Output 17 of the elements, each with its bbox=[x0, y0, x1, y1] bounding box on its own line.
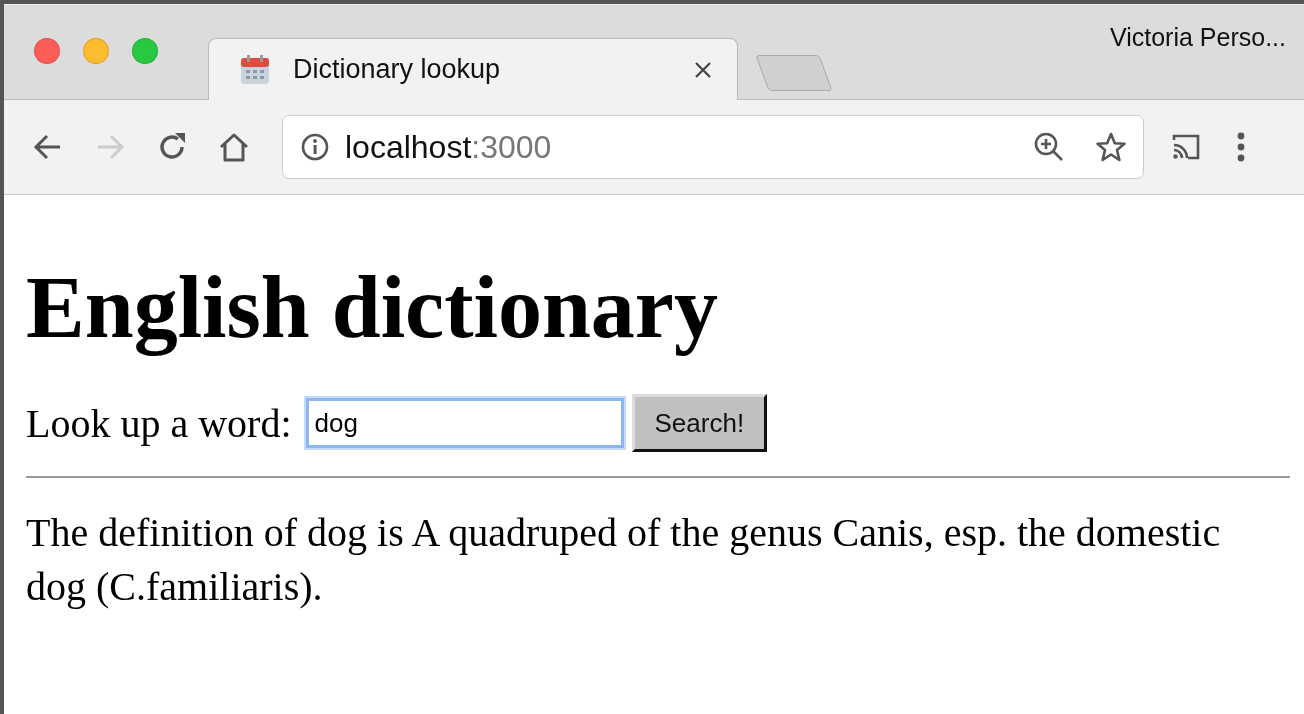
close-icon[interactable] bbox=[693, 59, 713, 80]
close-window-button[interactable] bbox=[34, 38, 60, 64]
definition-text: The definition of dog is A quadruped of the genus Canis, esp. the domestic dog (C.familiaris). bbox=[26, 509, 1222, 612]
address-bar[interactable]: localhost:3000 bbox=[282, 115, 1144, 179]
field-label: Look up a word: bbox=[26, 399, 292, 447]
star-icon[interactable] bbox=[1095, 131, 1127, 163]
search-button[interactable]: Search! bbox=[631, 394, 768, 453]
browser-tab[interactable]: Dictionary lookup bbox=[208, 38, 738, 100]
calendar-icon bbox=[239, 53, 271, 86]
zoom-in-icon[interactable] bbox=[1033, 131, 1065, 163]
menu-icon[interactable] bbox=[1236, 131, 1246, 163]
info-icon[interactable] bbox=[299, 131, 331, 163]
profile-name[interactable]: Victoria Perso... bbox=[1110, 22, 1286, 52]
tab-title: Dictionary lookup bbox=[293, 54, 502, 85]
word-input-field[interactable]: dog bbox=[305, 398, 624, 449]
page-heading: English dictionary bbox=[26, 258, 719, 358]
url-text: localhost:3000 bbox=[345, 128, 553, 166]
